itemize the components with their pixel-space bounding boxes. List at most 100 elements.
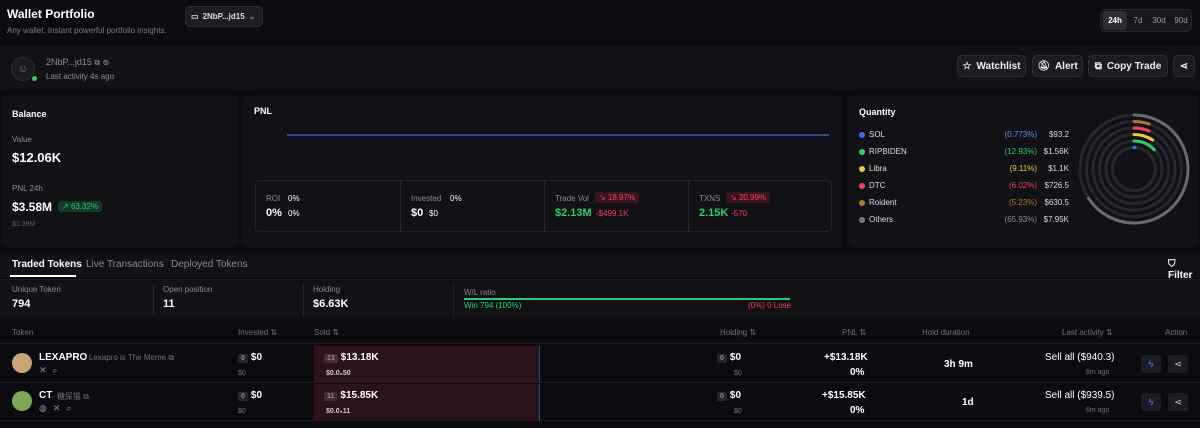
quantity-item-pct: (0.773%) xyxy=(1004,130,1037,139)
th-holding[interactable]: Holding ⇅ xyxy=(720,328,756,337)
th-holding-label: Holding xyxy=(720,328,748,337)
wallet-icon: ▭ xyxy=(191,12,199,21)
share-row-button[interactable]: ⋖ xyxy=(1168,355,1188,373)
share-link-icon[interactable]: ⊛ xyxy=(103,58,110,67)
txns-value: 2.15K xyxy=(699,207,729,219)
copy-icon[interactable]: ⧉ xyxy=(83,392,89,401)
trend-down-icon: ↘ xyxy=(599,193,606,202)
legend-dot xyxy=(859,183,865,189)
invested-cell: 0 $0 xyxy=(238,390,262,401)
quantity-ring-chart xyxy=(1078,113,1190,225)
alert-button[interactable]: 🔕︎ Alert xyxy=(1032,55,1083,77)
token-name[interactable]: LEXAPRO xyxy=(39,352,87,363)
watchlist-label: Watchlist xyxy=(976,60,1021,72)
quick-buy-button[interactable]: ϟ xyxy=(1141,355,1161,373)
tab-traded-tokens[interactable]: Traded Tokens xyxy=(12,259,82,270)
globe-icon[interactable]: ◍ xyxy=(39,403,47,414)
tab-bar: Traded Tokens Live Transactions Deployed… xyxy=(0,253,1200,281)
sort-icon: ⇅ xyxy=(270,328,278,337)
quantity-item-name: DTC xyxy=(869,181,886,190)
invested-count: 0 xyxy=(238,392,248,401)
quantity-item-value: $7.95K xyxy=(1043,215,1069,224)
invested-sub: $0 xyxy=(238,370,246,377)
quantity-item-value: $630.5 xyxy=(1044,198,1069,207)
sold-cell: 13 $13.18K xyxy=(324,352,379,363)
pnl-24h-change: 63.32% xyxy=(70,202,99,211)
th-pnl-label: PNL xyxy=(842,328,858,337)
txns-cell: TXNS ↘ 20.99% 2.15K -570 xyxy=(689,181,831,231)
wallet-select-label: 2NbP...jd15 xyxy=(202,12,245,21)
tab-deployed-tokens[interactable]: Deployed Tokens xyxy=(171,259,248,270)
divider xyxy=(539,346,540,383)
th-invested-label: Invested xyxy=(238,328,269,337)
time-range-group: 24h 7d 30d 90d xyxy=(1100,9,1192,32)
lightning-icon: ϟ xyxy=(1148,359,1154,369)
quantity-title: Quantity xyxy=(859,107,896,117)
table-row[interactable]: LEXAPRO - Lexapro is The Meme ⧉ ✕ ⌕ 0 $0 … xyxy=(0,346,1200,383)
open-position-value: 11 xyxy=(163,298,175,310)
range-24h[interactable]: 24h xyxy=(1103,11,1127,30)
share-row-button[interactable]: ⋖ xyxy=(1168,393,1188,411)
th-invested[interactable]: Invested ⇅ xyxy=(238,328,277,337)
token-name[interactable]: CT xyxy=(39,390,52,401)
invested-cell: Invested 0% $0 $0 xyxy=(401,181,545,231)
range-90d[interactable]: 90d xyxy=(1171,11,1191,30)
wallet-select[interactable]: ▭ 2NbP...jd15 ⌄ xyxy=(185,6,263,27)
last-activity: Sell all ($939.5) xyxy=(1045,390,1115,401)
th-last-activity[interactable]: Last activity ⇅ xyxy=(1062,328,1113,337)
trade-vol-change: 18.97% xyxy=(607,193,636,202)
divider xyxy=(539,384,540,421)
balance-value: $12.06K xyxy=(12,150,62,165)
share-button[interactable]: ⋖ xyxy=(1173,55,1195,77)
bell-off-icon: 🔕︎ xyxy=(1037,60,1050,72)
chevron-down-icon: ⌄ xyxy=(248,12,256,21)
copy-icon[interactable]: ⧉ xyxy=(94,58,100,67)
summary-bar: Unique Token 794 Open position 11 Holdin… xyxy=(0,279,1200,319)
th-sold[interactable]: Sold ⇅ xyxy=(314,328,339,337)
copy-icon[interactable]: ⧉ xyxy=(168,353,174,362)
tab-live-transactions[interactable]: Live Transactions xyxy=(86,259,164,270)
share-icon: ⋖ xyxy=(1174,396,1182,407)
x-icon[interactable]: ✕ xyxy=(53,403,61,414)
quantity-item: DTC (6.02%) $726.5 xyxy=(859,180,1069,194)
pnl-title: PNL xyxy=(254,106,272,116)
pnl-pct: 0% xyxy=(850,405,865,416)
balance-card: Balance Value $12.06K PNL 24h $3.58M ↗ 6… xyxy=(2,95,238,248)
copy-trade-icon: ⧉ xyxy=(1094,60,1102,72)
txns-label: TXNS xyxy=(699,194,721,203)
sold-sub: $0.0₅50 xyxy=(326,370,351,377)
x-icon[interactable]: ✕ xyxy=(39,365,47,376)
pnl-stats-box: ROI 0% 0% 0% Invested 0% $0 $0 Trade Vol… xyxy=(255,180,832,232)
quantity-item-name: Roident xyxy=(869,198,897,207)
copy-trade-button[interactable]: ⧉ Copy Trade xyxy=(1088,55,1168,77)
pnl-pct: 0% xyxy=(850,367,865,378)
trend-up-icon: ↗ xyxy=(62,202,69,211)
th-pnl[interactable]: PNL ⇅ xyxy=(842,328,866,337)
search-icon[interactable]: ⌕ xyxy=(66,403,71,414)
table-row[interactable]: CT - 糖尿猫 ⧉ ◍ ✕ ⌕ 0 $0 $0 11 $15.85K $0.0₅1… xyxy=(0,384,1200,421)
divider xyxy=(303,284,304,316)
lightning-icon: ϟ xyxy=(1148,397,1154,407)
roi-value: 0% xyxy=(266,207,282,219)
hold-duration: 3h 9m xyxy=(944,359,973,370)
roi-cell: ROI 0% 0% 0% xyxy=(256,181,401,231)
token-avatar xyxy=(12,353,32,373)
ring-track xyxy=(1098,133,1170,205)
quantity-item-value: $1.56K xyxy=(1043,147,1069,156)
range-30d[interactable]: 30d xyxy=(1149,11,1169,30)
quantity-item: Libra (9.11%) $1.1K xyxy=(859,163,1069,177)
sold-sub: $0.0₅11 xyxy=(326,408,351,415)
filter-button[interactable]: ⛉ Filter xyxy=(1168,259,1200,281)
watchlist-button[interactable]: ☆ Watchlist xyxy=(957,55,1026,77)
ring-arc-roident xyxy=(1132,120,1151,126)
token-desc: - 糖尿猫 ⧉ xyxy=(52,391,89,402)
trend-down-icon: ↘ xyxy=(730,193,737,202)
pnl-value: +$15.85K xyxy=(822,390,866,401)
range-7d[interactable]: 7d xyxy=(1129,11,1147,30)
invested-count: 0 xyxy=(238,354,248,363)
trade-vol-label: Trade Vol xyxy=(555,194,589,203)
divider xyxy=(153,284,154,316)
quick-buy-button[interactable]: ϟ xyxy=(1141,393,1161,411)
alert-label: Alert xyxy=(1054,60,1078,72)
search-icon[interactable]: ⌕ xyxy=(53,365,58,376)
